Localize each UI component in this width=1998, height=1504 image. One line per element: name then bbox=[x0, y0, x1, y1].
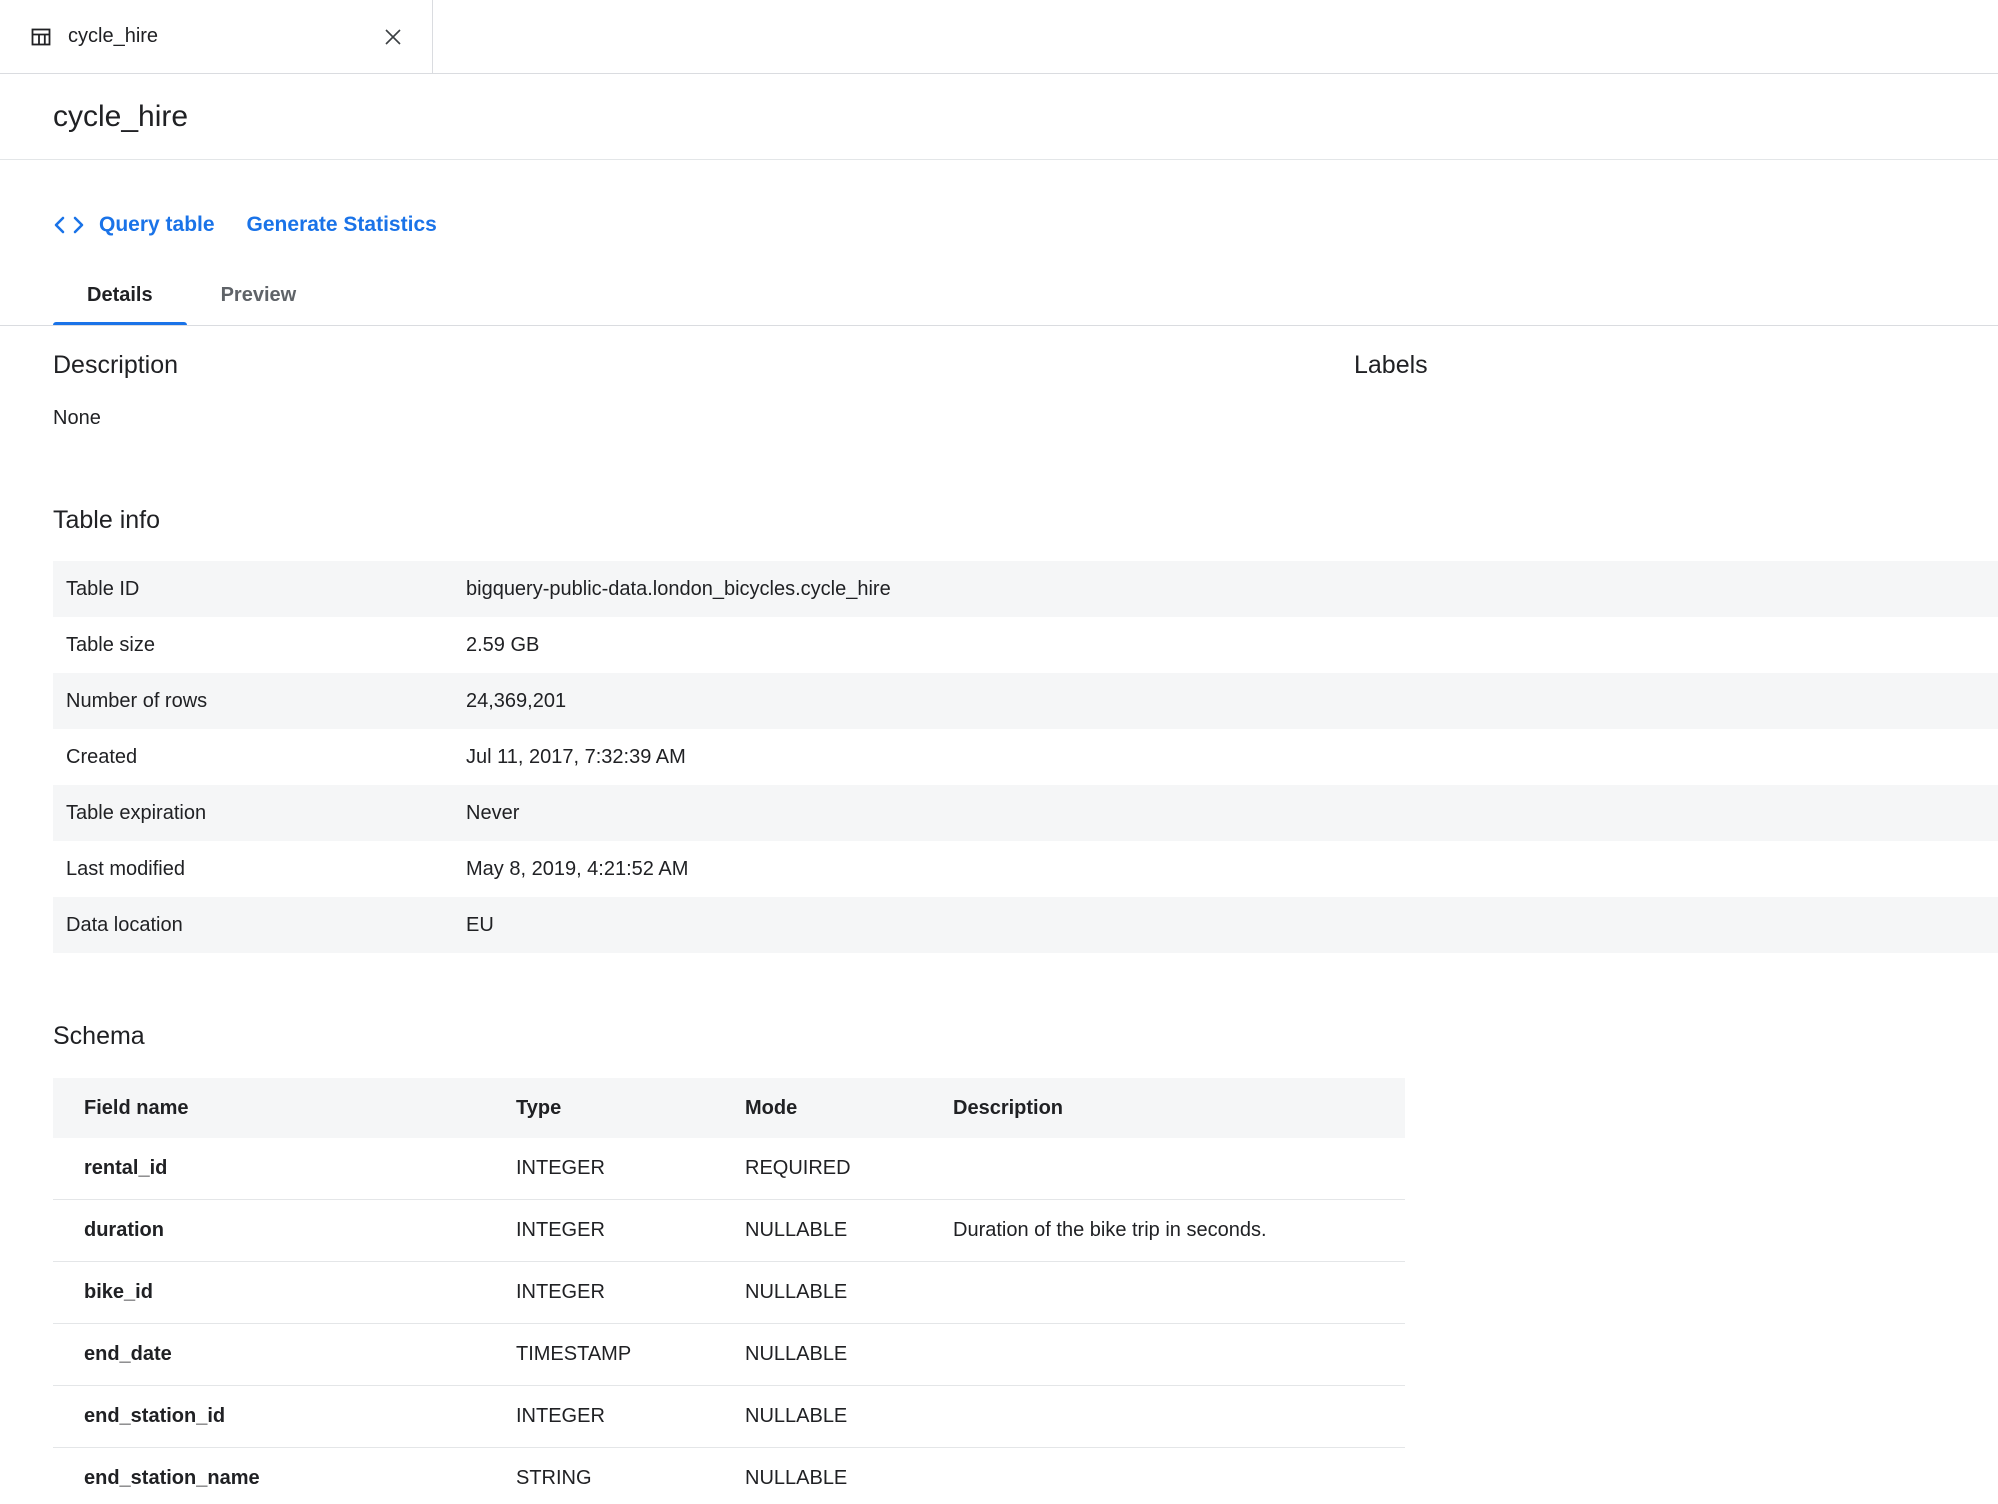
schema-col-field: Field name bbox=[84, 1097, 516, 1120]
info-label: Last modified bbox=[66, 858, 466, 881]
info-value: Never bbox=[466, 802, 519, 825]
schema-row: duration INTEGER NULLABLE Duration of th… bbox=[53, 1200, 1405, 1262]
schema-row: rental_id INTEGER REQUIRED bbox=[53, 1138, 1405, 1200]
labels-column: Labels bbox=[1354, 350, 1428, 430]
table-row: Number of rows 24,369,201 bbox=[53, 673, 1998, 729]
query-table-button[interactable]: Query table bbox=[53, 213, 215, 237]
info-value: Jul 11, 2017, 7:32:39 AM bbox=[466, 746, 686, 769]
schema-field-mode: NULLABLE bbox=[745, 1467, 953, 1490]
schema-field-name: bike_id bbox=[84, 1281, 516, 1304]
info-label: Table expiration bbox=[66, 802, 466, 825]
close-icon[interactable] bbox=[374, 18, 412, 56]
info-value: 24,369,201 bbox=[466, 690, 566, 713]
description-heading: Description bbox=[53, 350, 1354, 380]
table-info-section: Table info Table ID bigquery-public-data… bbox=[0, 505, 1998, 953]
schema-field-name: end_station_id bbox=[84, 1405, 516, 1428]
schema-col-type: Type bbox=[516, 1097, 745, 1120]
schema-row: end_date TIMESTAMP NULLABLE bbox=[53, 1324, 1405, 1386]
table-row: Table expiration Never bbox=[53, 785, 1998, 841]
schema-heading: Schema bbox=[53, 1021, 1998, 1051]
table-row: Table size 2.59 GB bbox=[53, 617, 1998, 673]
schema-field-description: Duration of the bike trip in seconds. bbox=[953, 1219, 1405, 1242]
info-label: Data location bbox=[66, 914, 466, 937]
info-label: Number of rows bbox=[66, 690, 466, 713]
tab-preview[interactable]: Preview bbox=[187, 266, 331, 325]
schema-field-mode: NULLABLE bbox=[745, 1281, 953, 1304]
schema-field-name: duration bbox=[84, 1219, 516, 1242]
info-label: Created bbox=[66, 746, 466, 769]
description-value: None bbox=[53, 406, 1354, 430]
schema-field-name: end_date bbox=[84, 1343, 516, 1366]
schema-row: end_station_name STRING NULLABLE bbox=[53, 1448, 1405, 1504]
table-row: Created Jul 11, 2017, 7:32:39 AM bbox=[53, 729, 1998, 785]
schema-header-row: Field name Type Mode Description bbox=[53, 1078, 1405, 1138]
info-label: Table ID bbox=[66, 578, 466, 601]
schema-section: Schema Field name Type Mode Description … bbox=[0, 1021, 1998, 1504]
info-value: May 8, 2019, 4:21:52 AM bbox=[466, 858, 688, 881]
detail-tabs: Details Preview bbox=[0, 266, 1998, 326]
schema-col-mode: Mode bbox=[745, 1097, 953, 1120]
schema-field-type: INTEGER bbox=[516, 1157, 745, 1180]
tab-label: cycle_hire bbox=[68, 25, 358, 48]
info-value: EU bbox=[466, 914, 494, 937]
schema-field-type: STRING bbox=[516, 1467, 745, 1490]
info-label: Table size bbox=[66, 634, 466, 657]
tab-strip: cycle_hire bbox=[0, 0, 1998, 74]
schema-field-type: INTEGER bbox=[516, 1281, 745, 1304]
schema-row: bike_id INTEGER NULLABLE bbox=[53, 1262, 1405, 1324]
generate-statistics-label: Generate Statistics bbox=[247, 213, 437, 237]
description-section: Description None Labels bbox=[53, 350, 1998, 430]
schema-table: Field name Type Mode Description rental_… bbox=[53, 1078, 1405, 1504]
code-icon bbox=[53, 214, 85, 236]
schema-col-description: Description bbox=[953, 1097, 1405, 1120]
info-value: 2.59 GB bbox=[466, 634, 539, 657]
labels-heading: Labels bbox=[1354, 350, 1428, 380]
schema-field-type: INTEGER bbox=[516, 1219, 745, 1242]
schema-field-mode: NULLABLE bbox=[745, 1405, 953, 1428]
table-grid-icon bbox=[30, 26, 52, 48]
schema-field-type: TIMESTAMP bbox=[516, 1343, 745, 1366]
generate-statistics-button[interactable]: Generate Statistics bbox=[247, 213, 437, 237]
schema-row: end_station_id INTEGER NULLABLE bbox=[53, 1386, 1405, 1448]
title-bar: cycle_hire bbox=[0, 74, 1998, 160]
schema-field-name: rental_id bbox=[84, 1157, 516, 1180]
table-row: Table ID bigquery-public-data.london_bic… bbox=[53, 561, 1998, 617]
schema-field-mode: NULLABLE bbox=[745, 1219, 953, 1242]
table-row: Data location EU bbox=[53, 897, 1998, 953]
table-info-rows: Table ID bigquery-public-data.london_bic… bbox=[0, 561, 1998, 953]
query-table-label: Query table bbox=[99, 213, 215, 237]
table-info-heading: Table info bbox=[53, 505, 1998, 535]
tab-details[interactable]: Details bbox=[53, 266, 187, 325]
action-bar: Query table Generate Statistics bbox=[53, 210, 1998, 240]
tab-cycle-hire[interactable]: cycle_hire bbox=[0, 0, 433, 73]
page-title: cycle_hire bbox=[53, 100, 188, 134]
schema-field-mode: REQUIRED bbox=[745, 1157, 953, 1180]
schema-field-mode: NULLABLE bbox=[745, 1343, 953, 1366]
description-column: Description None bbox=[53, 350, 1354, 430]
table-row: Last modified May 8, 2019, 4:21:52 AM bbox=[53, 841, 1998, 897]
schema-field-name: end_station_name bbox=[84, 1467, 516, 1490]
schema-field-type: INTEGER bbox=[516, 1405, 745, 1428]
info-value: bigquery-public-data.london_bicycles.cyc… bbox=[466, 578, 891, 601]
